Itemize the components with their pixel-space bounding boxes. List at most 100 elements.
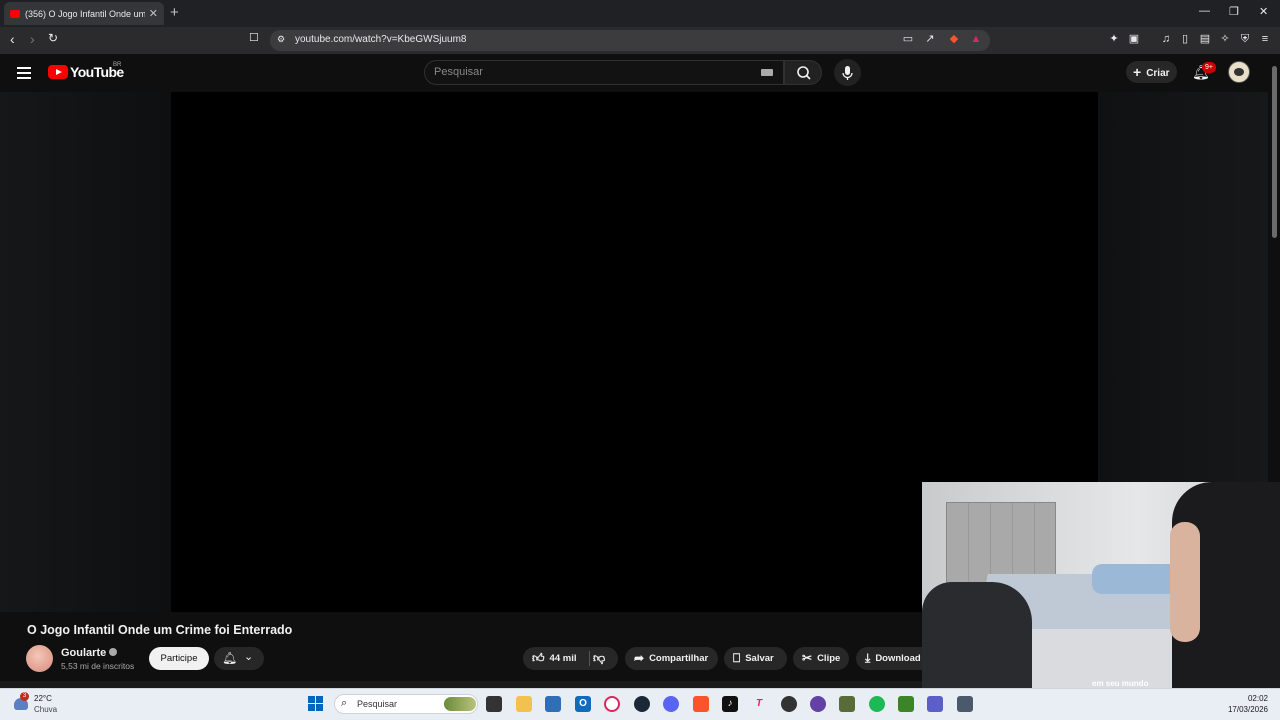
clip-label: Clipe [817,653,841,664]
microsoft-store-icon[interactable] [545,696,561,712]
steam-icon[interactable] [634,696,650,712]
thumbs-up-icon: 👍︎ [532,651,545,665]
bookmark-icon: ⎕ [733,651,741,665]
ambient-background-left [0,92,171,612]
minecraft-dungeons-icon[interactable] [839,696,855,712]
cast-icon[interactable]: ▭ [902,33,914,45]
reload-button[interactable]: ↻ [48,31,58,45]
webcam-chair [922,582,1032,688]
bookmark-icon[interactable]: ☐ [249,31,259,44]
like-count: 44 mil [549,653,577,664]
create-button[interactable]: + Criar [1126,61,1177,83]
search-placeholder: Pesquisar [434,66,483,78]
download-icon: ⤓ [865,651,871,665]
tab-manager-icon[interactable]: ▣ [1128,33,1140,45]
weather-condition[interactable]: Chuva [34,705,57,714]
media-icon[interactable]: ♫ [1160,33,1172,45]
like-divider [589,651,590,666]
like-button[interactable]: 👍︎ 44 mil [523,647,589,670]
shield-app-icon[interactable] [957,696,973,712]
forward-button[interactable]: › [30,31,35,47]
hamburger-menu-icon[interactable] [17,67,31,82]
file-explorer-icon[interactable] [516,696,532,712]
webcam-overlay: em seu mundo [922,482,1280,688]
discord-icon[interactable] [663,696,679,712]
maximize-button[interactable]: ❐ [1229,5,1239,18]
taskbar-search-placeholder: Pesquisar [357,699,398,709]
search-highlight-image[interactable] [444,697,476,711]
brave-shields-icon[interactable]: ◆ [948,33,960,45]
extensions-icon[interactable]: ✦ [1108,33,1120,45]
thumbs-down-icon: 👎︎ [593,651,606,665]
system-clock[interactable]: 02:02 17/03/2026 [1220,693,1268,715]
url-text[interactable]: youtube.com/watch?v=KbeGWSjuum8 [295,34,466,45]
clip-button[interactable]: ✂ Clipe [793,647,849,670]
bell-icon: 🔔︎ [222,651,238,665]
subscription-notifications-button[interactable]: 🔔︎ ⌄ [214,647,264,670]
minimize-button[interactable]: — [1199,5,1210,17]
channel-name[interactable]: Goularte [61,647,106,659]
weather-badge: 3 [20,692,29,701]
start-button[interactable] [308,696,324,712]
opera-icon[interactable] [604,696,620,712]
typora-icon[interactable]: T [751,696,767,712]
channel-avatar[interactable] [26,645,53,672]
dislike-button[interactable]: 👎︎ [593,647,605,670]
clock-time: 02:02 [1247,694,1268,703]
tab-title: (356) O Jogo Infantil Onde um C [25,8,145,19]
channel-name-row[interactable]: Goularte [61,647,118,659]
youtube-logo-icon[interactable] [48,65,68,79]
brave-icon[interactable] [693,696,709,712]
browser-tab-youtube[interactable]: (356) O Jogo Infantil Onde um C ✕ [4,2,164,25]
browser-menu-icon[interactable]: ≡ [1259,33,1271,45]
task-view-icon[interactable] [486,696,502,712]
chevron-down-icon: ⌄ [244,651,254,663]
webcam-arm [1170,522,1200,642]
teams-icon[interactable] [927,696,943,712]
back-button[interactable]: ‹ [10,31,15,47]
voice-search-button[interactable] [834,59,861,86]
close-window-button[interactable]: ✕ [1259,5,1268,18]
keyboard-icon[interactable] [761,69,773,76]
share-label: Compartilhar [649,653,709,664]
video-title: O Jogo Infantil Onde um Crime foi Enterr… [27,623,293,637]
wallet-icon[interactable]: ▤ [1199,33,1211,45]
share-page-icon[interactable]: ↗ [924,33,936,45]
plus-icon: + [1133,64,1142,80]
user-avatar[interactable] [1228,61,1250,83]
sidebar-icon[interactable]: ▯ [1179,33,1191,45]
verified-icon [109,648,118,656]
download-button[interactable]: ⤓ Download [856,647,926,670]
site-info-icon[interactable]: ⚙ [275,33,287,45]
join-button[interactable]: Participe [149,647,209,670]
weather-temperature[interactable]: 22°C [34,694,52,703]
search-button[interactable] [784,60,822,85]
webcam-caption: em seu mundo [1092,679,1149,688]
share-arrow-icon: ➦ [634,651,645,665]
taskbar-search-icon: ⌕ [341,697,348,709]
tiktok-icon[interactable]: ♪ [722,696,738,712]
like-dislike-group: 👍︎ 44 mil 👎︎ [523,647,618,670]
red-badge-app-icon[interactable] [781,696,797,712]
twitch-icon[interactable] [810,696,826,712]
region-code: BR [113,62,122,68]
brave-rewards-icon[interactable]: ▲ [970,33,982,45]
vpn-shield-icon[interactable]: ⛨ [1239,33,1251,45]
share-button[interactable]: ➦ Compartilhar [625,647,718,670]
scrollbar-thumb[interactable] [1272,66,1277,238]
spotify-icon[interactable] [869,696,885,712]
minecraft-icon[interactable] [898,696,914,712]
notification-badge: 9+ [1202,62,1216,73]
save-button[interactable]: ⎕ Salvar [724,647,787,670]
new-tab-button[interactable]: + [170,4,179,21]
outlook-icon[interactable]: O [575,696,591,712]
leo-ai-icon[interactable]: ✧ [1219,33,1231,45]
download-label: Download [875,653,921,664]
search-icon [797,66,811,80]
create-label: Criar [1146,68,1170,79]
save-label: Salvar [745,653,774,664]
close-tab-icon[interactable]: ✕ [149,7,158,20]
ambient-background-right [1098,92,1268,482]
browser-tab-bar: (356) O Jogo Infantil Onde um C ✕ + — ❐ … [0,0,1280,27]
subscriber-count: 5,53 mi de inscritos [61,661,135,671]
